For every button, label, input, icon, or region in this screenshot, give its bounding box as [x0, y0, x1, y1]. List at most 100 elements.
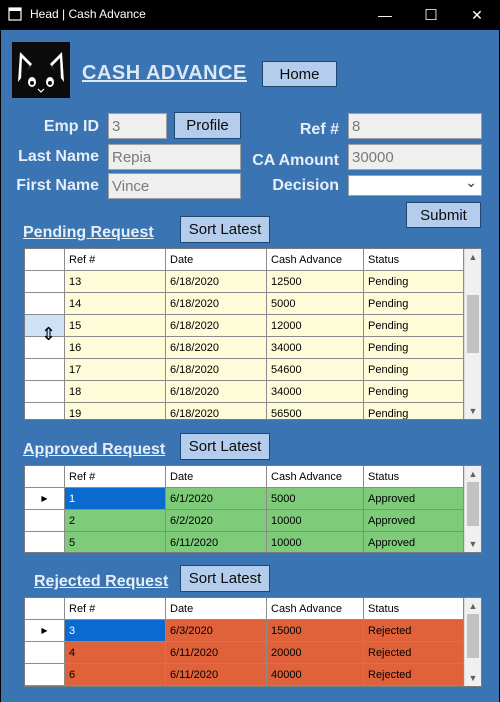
table-cell[interactable]: 5: [65, 532, 166, 552]
row-header[interactable]: [25, 403, 65, 419]
maximize-button[interactable]: ☐: [408, 0, 454, 30]
table-cell[interactable]: 10000: [267, 510, 364, 532]
table-cell[interactable]: Approved: [364, 510, 464, 532]
column-header[interactable]: Status: [364, 466, 464, 488]
table-cell[interactable]: 2: [65, 510, 166, 532]
table-row[interactable]: 19 6/18/2020 56500 Pending: [25, 403, 464, 419]
table-row[interactable]: 17 6/18/2020 54600 Pending: [25, 359, 464, 381]
table-row[interactable]: 6 6/11/2020 40000 Rejected: [25, 664, 464, 686]
table-cell[interactable]: 10000: [267, 532, 364, 552]
column-header[interactable]: Status: [364, 249, 464, 271]
table-cell[interactable]: 5000: [267, 293, 364, 315]
table-cell[interactable]: 3: [65, 620, 166, 642]
first-name-field[interactable]: Vince: [108, 173, 241, 199]
approved-sort-latest-button[interactable]: Sort Latest: [180, 433, 270, 460]
submit-button[interactable]: Submit: [406, 202, 481, 228]
table-cell[interactable]: Approved: [364, 488, 464, 510]
table-row[interactable]: 18 6/18/2020 34000 Pending: [25, 381, 464, 403]
row-header[interactable]: [25, 293, 65, 315]
table-cell[interactable]: 15: [65, 315, 166, 337]
table-cell[interactable]: 6: [65, 664, 166, 686]
column-header[interactable]: Ref #: [65, 249, 166, 271]
table-cell[interactable]: 6/18/2020: [166, 403, 267, 419]
scroll-down-arrow-icon[interactable]: ▼: [465, 536, 481, 552]
vertical-scrollbar[interactable]: ▲ ▼: [464, 466, 481, 552]
table-cell[interactable]: 6/2/2020: [166, 510, 267, 532]
table-cell[interactable]: 6/11/2020: [166, 642, 267, 664]
table-row[interactable]: 2 6/2/2020 10000 Approved: [25, 510, 464, 532]
table-cell[interactable]: Pending: [364, 315, 464, 337]
table-cell[interactable]: 20000: [267, 642, 364, 664]
table-cell[interactable]: Rejected: [364, 620, 464, 642]
table-cell[interactable]: 6/3/2020: [166, 620, 267, 642]
table-cell[interactable]: Rejected: [364, 664, 464, 686]
table-cell[interactable]: 17: [65, 359, 166, 381]
table-cell[interactable]: 6/1/2020: [166, 488, 267, 510]
table-row[interactable]: 5 6/11/2020 10000 Approved: [25, 532, 464, 552]
row-header[interactable]: [25, 664, 65, 686]
profile-button[interactable]: Profile: [174, 112, 241, 139]
decision-select[interactable]: ⌄: [348, 174, 482, 196]
table-cell[interactable]: 14: [65, 293, 166, 315]
table-cell[interactable]: 34000: [267, 337, 364, 359]
table-cell[interactable]: 13: [65, 271, 166, 293]
column-header[interactable]: Ref #: [65, 466, 166, 488]
table-cell[interactable]: Pending: [364, 403, 464, 419]
row-header[interactable]: [25, 532, 65, 552]
table-cell[interactable]: Pending: [364, 293, 464, 315]
close-button[interactable]: ✕: [454, 0, 500, 30]
ref-field[interactable]: 8: [348, 113, 482, 139]
table-cell[interactable]: 6/18/2020: [166, 293, 267, 315]
row-header[interactable]: ▶: [25, 620, 65, 642]
table-cell[interactable]: 6/11/2020: [166, 664, 267, 686]
row-header[interactable]: [25, 642, 65, 664]
rejected-sort-latest-button[interactable]: Sort Latest: [180, 565, 270, 592]
table-cell[interactable]: 19: [65, 403, 166, 419]
row-header[interactable]: [25, 381, 65, 403]
column-header[interactable]: Cash Advance: [267, 466, 364, 488]
rejected-grid[interactable]: Ref # Date Cash Advance Status ▶ 3 6/3/2020 150…: [24, 597, 482, 687]
table-cell[interactable]: 6/18/2020: [166, 381, 267, 403]
scroll-up-arrow-icon[interactable]: ▲: [465, 466, 481, 482]
vertical-scrollbar[interactable]: ▲ ▼: [464, 249, 481, 419]
table-cell[interactable]: 6/11/2020: [166, 532, 267, 552]
table-cell[interactable]: 6/18/2020: [166, 271, 267, 293]
table-cell[interactable]: Pending: [364, 381, 464, 403]
column-header[interactable]: Date: [166, 466, 267, 488]
table-cell[interactable]: 5000: [267, 488, 364, 510]
table-cell[interactable]: 1: [65, 488, 166, 510]
home-button[interactable]: Home: [262, 61, 337, 87]
table-cell[interactable]: 6/18/2020: [166, 359, 267, 381]
table-cell[interactable]: Pending: [364, 271, 464, 293]
scroll-thumb[interactable]: [467, 614, 479, 658]
approved-grid[interactable]: Ref # Date Cash Advance Status ▶ 1 6/1/2020 500…: [24, 465, 482, 553]
scroll-thumb[interactable]: [467, 482, 479, 526]
table-cell[interactable]: Approved: [364, 532, 464, 552]
table-row[interactable]: ▶ 1 6/1/2020 5000 Approved: [25, 488, 464, 510]
table-cell[interactable]: Pending: [364, 359, 464, 381]
table-cell[interactable]: 18: [65, 381, 166, 403]
column-header[interactable]: Cash Advance: [267, 249, 364, 271]
column-header[interactable]: Cash Advance: [267, 598, 364, 620]
scroll-up-arrow-icon[interactable]: ▲: [465, 598, 481, 614]
table-row[interactable]: 15 6/18/2020 12000 Pending: [25, 315, 464, 337]
vertical-scrollbar[interactable]: ▲ ▼: [464, 598, 481, 686]
scroll-up-arrow-icon[interactable]: ▲: [465, 249, 481, 265]
column-header[interactable]: Status: [364, 598, 464, 620]
column-header[interactable]: Ref #: [65, 598, 166, 620]
table-cell[interactable]: 12500: [267, 271, 364, 293]
last-name-field[interactable]: Repia: [108, 144, 241, 170]
pending-grid[interactable]: Ref # Date Cash Advance Status 13 6/18/2020 12…: [24, 248, 482, 420]
row-header[interactable]: [25, 510, 65, 532]
row-header[interactable]: [25, 359, 65, 381]
scroll-down-arrow-icon[interactable]: ▼: [465, 403, 481, 419]
table-row[interactable]: 4 6/11/2020 20000 Rejected: [25, 642, 464, 664]
table-cell[interactable]: 6/18/2020: [166, 337, 267, 359]
row-header[interactable]: [25, 271, 65, 293]
table-cell[interactable]: 6/18/2020: [166, 315, 267, 337]
table-row[interactable]: 13 6/18/2020 12500 Pending: [25, 271, 464, 293]
table-cell[interactable]: 40000: [267, 664, 364, 686]
table-row[interactable]: ▶ 3 6/3/2020 15000 Rejected: [25, 620, 464, 642]
table-cell[interactable]: 4: [65, 642, 166, 664]
table-row[interactable]: 16 6/18/2020 34000 Pending: [25, 337, 464, 359]
